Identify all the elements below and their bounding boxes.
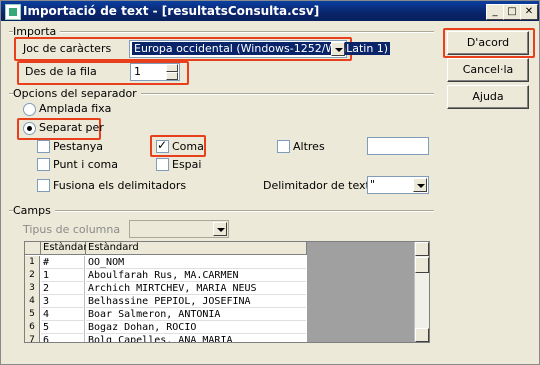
import-group-line	[9, 31, 434, 33]
text-delimiter-select[interactable]: "	[367, 176, 429, 194]
comma-checkbox[interactable]	[156, 138, 169, 153]
cell: 4	[41, 308, 85, 321]
text-delimiter-value: "	[370, 178, 376, 191]
cell: 3	[41, 295, 85, 308]
spin-up-icon[interactable]	[166, 64, 178, 72]
from-row-label: Des de la fila	[25, 65, 97, 78]
column-type-label: Tipus de columna	[23, 223, 121, 236]
ok-button[interactable]: D'acord	[447, 31, 529, 55]
others-label: Altres	[293, 140, 325, 153]
semicolon-label: Punt i coma	[53, 158, 118, 171]
cell: Bolg Capelles, ANA MARIA	[86, 334, 306, 342]
column-header-2[interactable]: Estàndard	[86, 242, 307, 255]
scroll-down-icon[interactable]	[415, 328, 429, 342]
comma-label: Coma	[172, 140, 204, 153]
chevron-down-icon[interactable]	[331, 42, 345, 56]
cell: Aboulfarah Rus, MA.CARMEN	[86, 269, 306, 282]
cell: #	[41, 256, 85, 269]
cell: Boar Salmeron, ANTONIA	[86, 308, 306, 321]
chevron-down-icon[interactable]	[213, 222, 227, 236]
cell: Belhassine PEPIOL, JOSEFINA	[86, 295, 306, 308]
merge-delimiters-checkbox[interactable]	[37, 179, 50, 192]
spin-buttons[interactable]	[166, 64, 178, 80]
maximize-button[interactable]: □	[503, 4, 521, 20]
help-button[interactable]: Ajuda	[447, 85, 529, 109]
cell: 5	[41, 321, 85, 334]
space-label: Espai	[172, 158, 202, 171]
row-number: 7	[25, 334, 40, 342]
text-delimiter-label: Delimitador de text	[263, 179, 370, 192]
cancel-button[interactable]: Cancel·la	[447, 58, 529, 82]
column-type-select[interactable]	[129, 220, 229, 238]
row-number: 2	[25, 269, 40, 283]
row-number: 5	[25, 308, 40, 322]
charset-value: Europa occidental (Windows-1252/WinLatin…	[132, 42, 391, 55]
row-number: 6	[25, 321, 40, 335]
semicolon-checkbox[interactable]	[37, 158, 50, 171]
separated-by-label: Separat per	[39, 121, 104, 134]
from-row-value: 1	[134, 65, 141, 78]
window-title: Importació de text - [resultatsConsulta.…	[23, 4, 320, 18]
row-number: 3	[25, 282, 40, 296]
title-bar[interactable]: Importació de text - [resultatsConsulta.…	[1, 1, 539, 21]
spin-down-icon[interactable]	[166, 72, 178, 80]
chevron-down-icon[interactable]	[413, 178, 427, 192]
fields-group-line	[9, 210, 434, 212]
scroll-thumb[interactable]	[415, 257, 429, 273]
table-empty-area	[307, 242, 415, 342]
others-input[interactable]	[367, 137, 429, 155]
vertical-scrollbar[interactable]	[414, 242, 429, 342]
row-number: 4	[25, 295, 40, 309]
from-row-spinner[interactable]: 1	[130, 63, 180, 81]
corner-header	[25, 242, 41, 255]
fields-section-label: Camps	[13, 204, 55, 217]
fixed-width-radio[interactable]	[23, 103, 36, 116]
close-button[interactable]: ✕	[520, 4, 538, 20]
charset-select[interactable]: Europa occidental (Windows-1252/WinLatin…	[129, 40, 391, 58]
cell: Archich MIRTCHEV, MARIA NEUS	[86, 282, 306, 295]
cell: 2	[41, 282, 85, 295]
scroll-up-icon[interactable]	[415, 242, 429, 256]
charset-label: Joc de caràcters	[23, 42, 112, 55]
import-text-dialog: Importació de text - [resultatsConsulta.…	[0, 0, 540, 365]
tab-label: Pestanya	[53, 140, 104, 153]
tab-checkbox[interactable]	[37, 140, 50, 153]
minimize-button[interactable]: _	[486, 4, 504, 20]
others-checkbox[interactable]	[277, 140, 290, 153]
separator-section-label: Opcions del separador	[13, 87, 141, 100]
space-checkbox[interactable]	[156, 158, 169, 171]
fixed-width-label: Amplada fixa	[39, 102, 112, 115]
separated-by-radio[interactable]	[23, 122, 36, 135]
cell: Bogaz Dohan, ROCIO	[86, 321, 306, 334]
app-icon	[5, 4, 21, 20]
cell: 1	[41, 269, 85, 282]
merge-delimiters-label: Fusiona els delimitadors	[53, 179, 187, 192]
column-header-1[interactable]: Estàndard	[41, 242, 94, 255]
preview-table[interactable]: Estàndard Estàndard 1 # OO_NOM 2 1 Aboulfara…	[24, 241, 430, 343]
cell: 6	[41, 334, 85, 342]
cell: OO_NOM	[86, 256, 306, 269]
row-number: 1	[25, 256, 40, 270]
